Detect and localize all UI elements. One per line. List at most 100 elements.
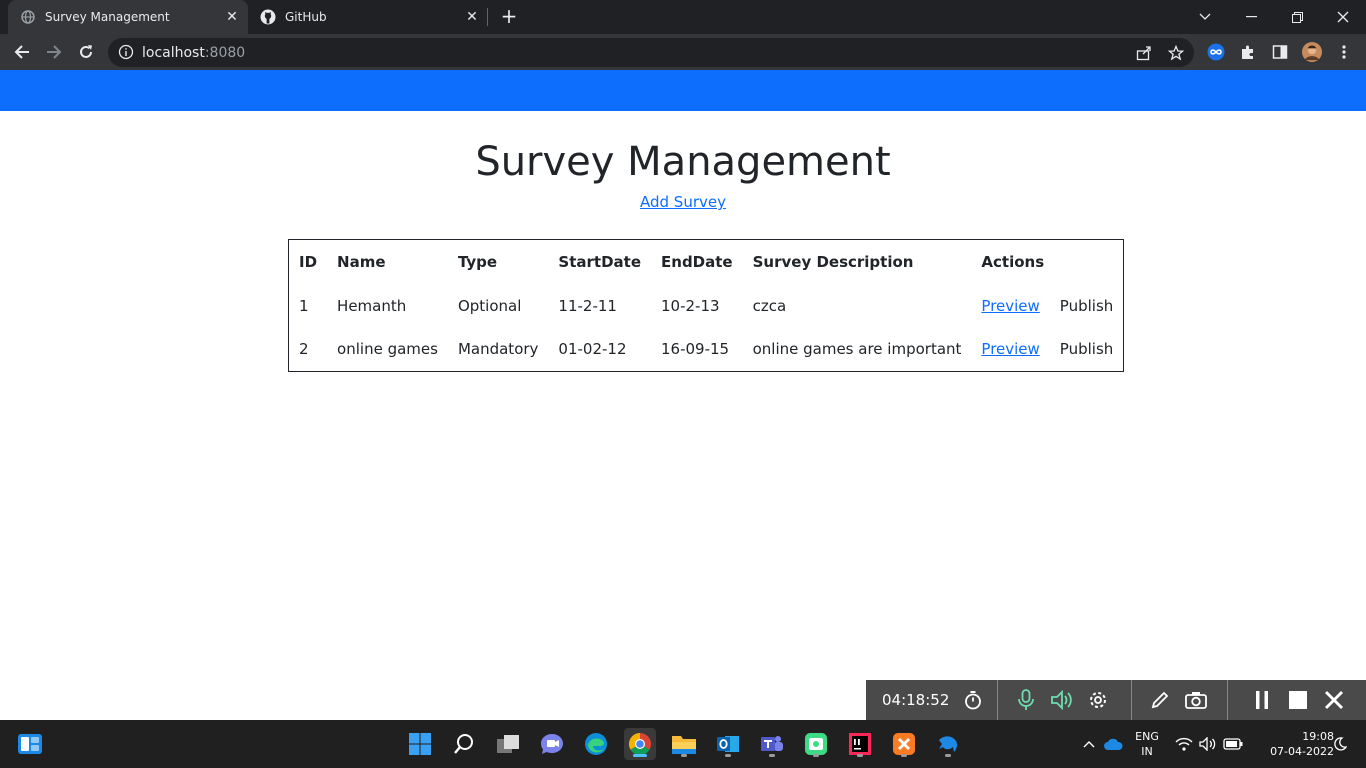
file-explorer-icon[interactable] xyxy=(668,728,700,760)
address-bar[interactable]: localhost:8080 xyxy=(108,38,1194,67)
url-port: :8080 xyxy=(204,45,246,61)
restore-button[interactable] xyxy=(1274,0,1320,34)
page-title: Survey Management xyxy=(475,139,891,185)
screen-recorder-bar: 04:18:52 xyxy=(866,680,1366,720)
cell-description: czca xyxy=(752,296,787,315)
running-indicator xyxy=(945,754,951,757)
extension-infinity-icon[interactable] xyxy=(1206,42,1226,62)
chevron-up-icon[interactable] xyxy=(1080,728,1098,760)
cell-id: 2 xyxy=(299,340,309,359)
side-panel-icon[interactable] xyxy=(1270,42,1290,62)
share-icon[interactable] xyxy=(1134,43,1154,63)
widgets-icon[interactable] xyxy=(14,728,46,760)
close-icon[interactable]: ✕ xyxy=(220,5,244,29)
star-icon[interactable] xyxy=(1166,43,1186,63)
cell-preview: Preview xyxy=(971,284,1049,328)
survey-table: ID Name Type StartDate EndDate Survey De… xyxy=(288,239,1125,372)
stopwatch-icon[interactable] xyxy=(961,680,985,720)
teams-chat-icon[interactable] xyxy=(536,728,568,760)
header-actions: Actions xyxy=(981,252,1045,271)
top-navbar xyxy=(0,70,1366,111)
xampp-icon[interactable] xyxy=(888,728,920,760)
pencil-icon[interactable] xyxy=(1142,680,1178,720)
info-icon[interactable] xyxy=(118,44,134,60)
recorder-audio-group xyxy=(998,680,1132,720)
close-icon[interactable]: ✕ xyxy=(460,5,484,29)
clock-time: 19:08 xyxy=(1302,730,1334,743)
close-window-button[interactable] xyxy=(1320,0,1366,34)
running-indicator xyxy=(901,754,907,757)
avatar[interactable] xyxy=(1302,42,1322,62)
header-name: Name xyxy=(337,252,386,271)
wifi-icon[interactable] xyxy=(1174,728,1194,760)
header-description: Survey Description xyxy=(752,252,914,271)
preview-link[interactable]: Preview xyxy=(981,297,1039,315)
recorder-tools-group xyxy=(1132,680,1228,720)
forward-arrow-icon[interactable] xyxy=(40,38,68,66)
gear-icon[interactable] xyxy=(1080,680,1116,720)
chevron-down-icon[interactable] xyxy=(1182,0,1228,34)
recording-timer: 04:18:52 xyxy=(882,691,950,709)
cell-type: Mandatory xyxy=(457,340,539,359)
puzzle-icon[interactable] xyxy=(1238,42,1258,62)
running-indicator xyxy=(857,754,863,757)
intellij-icon[interactable] xyxy=(844,728,876,760)
taskbar: ENG IN 19:08 07-04-2022 xyxy=(0,720,1366,768)
cell-preview: Preview xyxy=(971,328,1049,372)
minimize-button[interactable] xyxy=(1228,0,1274,34)
table-row: 1 Hemanth Optional 11-2-11 10-2-13 czca … xyxy=(289,284,1124,328)
language-code: ENG xyxy=(1135,730,1159,743)
outlook-icon[interactable] xyxy=(712,728,744,760)
back-arrow-icon[interactable] xyxy=(8,38,36,66)
active-indicator xyxy=(633,754,647,757)
stop-icon[interactable] xyxy=(1280,680,1316,720)
focus-moon-icon[interactable] xyxy=(1330,728,1350,760)
onedrive-cloud-icon[interactable] xyxy=(1100,728,1126,760)
running-indicator xyxy=(769,754,775,757)
browser-toolbar: localhost:8080 xyxy=(0,34,1366,70)
clock-date: 07-04-2022 xyxy=(1270,745,1334,758)
preview-link[interactable]: Preview xyxy=(981,340,1039,358)
new-tab-button[interactable]: + xyxy=(497,5,521,29)
battery-icon[interactable] xyxy=(1222,728,1244,760)
tab-title: Survey Management xyxy=(45,10,170,24)
publish-action: Publish xyxy=(1059,340,1114,359)
tab-survey-management[interactable]: Survey Management ✕ xyxy=(8,0,248,34)
header-id: ID xyxy=(299,252,318,271)
tab-title: GitHub xyxy=(285,10,327,24)
more-menu-icon[interactable] xyxy=(1334,42,1354,62)
cell-end-date: 16-09-15 xyxy=(661,340,730,359)
task-view-icon[interactable] xyxy=(492,728,524,760)
recorder-controls-group xyxy=(1228,680,1366,720)
teams-icon[interactable] xyxy=(756,728,788,760)
page-viewport: Survey Management Add Survey ID Name Typ… xyxy=(0,70,1366,720)
publish-action: Publish xyxy=(1059,296,1114,315)
tab-github[interactable]: GitHub ✕ xyxy=(248,0,488,34)
pause-icon[interactable] xyxy=(1244,680,1280,720)
table-header-row: ID Name Type StartDate EndDate Survey De… xyxy=(289,240,1124,284)
globe-icon xyxy=(20,9,36,25)
volume-icon[interactable] xyxy=(1198,728,1218,760)
chrome-icon[interactable] xyxy=(624,728,656,760)
running-indicator xyxy=(725,754,731,757)
cell-id: 1 xyxy=(299,296,309,315)
cell-start-date: 11-2-11 xyxy=(558,296,617,315)
header-end-date: EndDate xyxy=(661,252,733,271)
clock[interactable]: 19:08 07-04-2022 xyxy=(1248,729,1334,759)
reload-icon[interactable] xyxy=(72,38,100,66)
search-icon[interactable] xyxy=(448,728,480,760)
microphone-icon[interactable] xyxy=(1008,680,1044,720)
cell-start-date: 01-02-12 xyxy=(558,340,627,359)
speaker-icon[interactable] xyxy=(1044,680,1080,720)
header-start-date: StartDate xyxy=(558,252,642,271)
url-host: localhost xyxy=(142,45,205,61)
camera-icon[interactable] xyxy=(1178,680,1214,720)
language-indicator[interactable]: ENG IN xyxy=(1130,729,1164,759)
edge-icon[interactable] xyxy=(580,728,612,760)
mysql-dolphin-icon[interactable] xyxy=(932,728,964,760)
add-survey-link[interactable]: Add Survey xyxy=(0,193,1366,211)
close-icon[interactable] xyxy=(1316,680,1352,720)
windows-start-icon[interactable] xyxy=(404,728,436,760)
cell-type: Optional xyxy=(457,296,522,315)
android-studio-icon[interactable] xyxy=(800,728,832,760)
